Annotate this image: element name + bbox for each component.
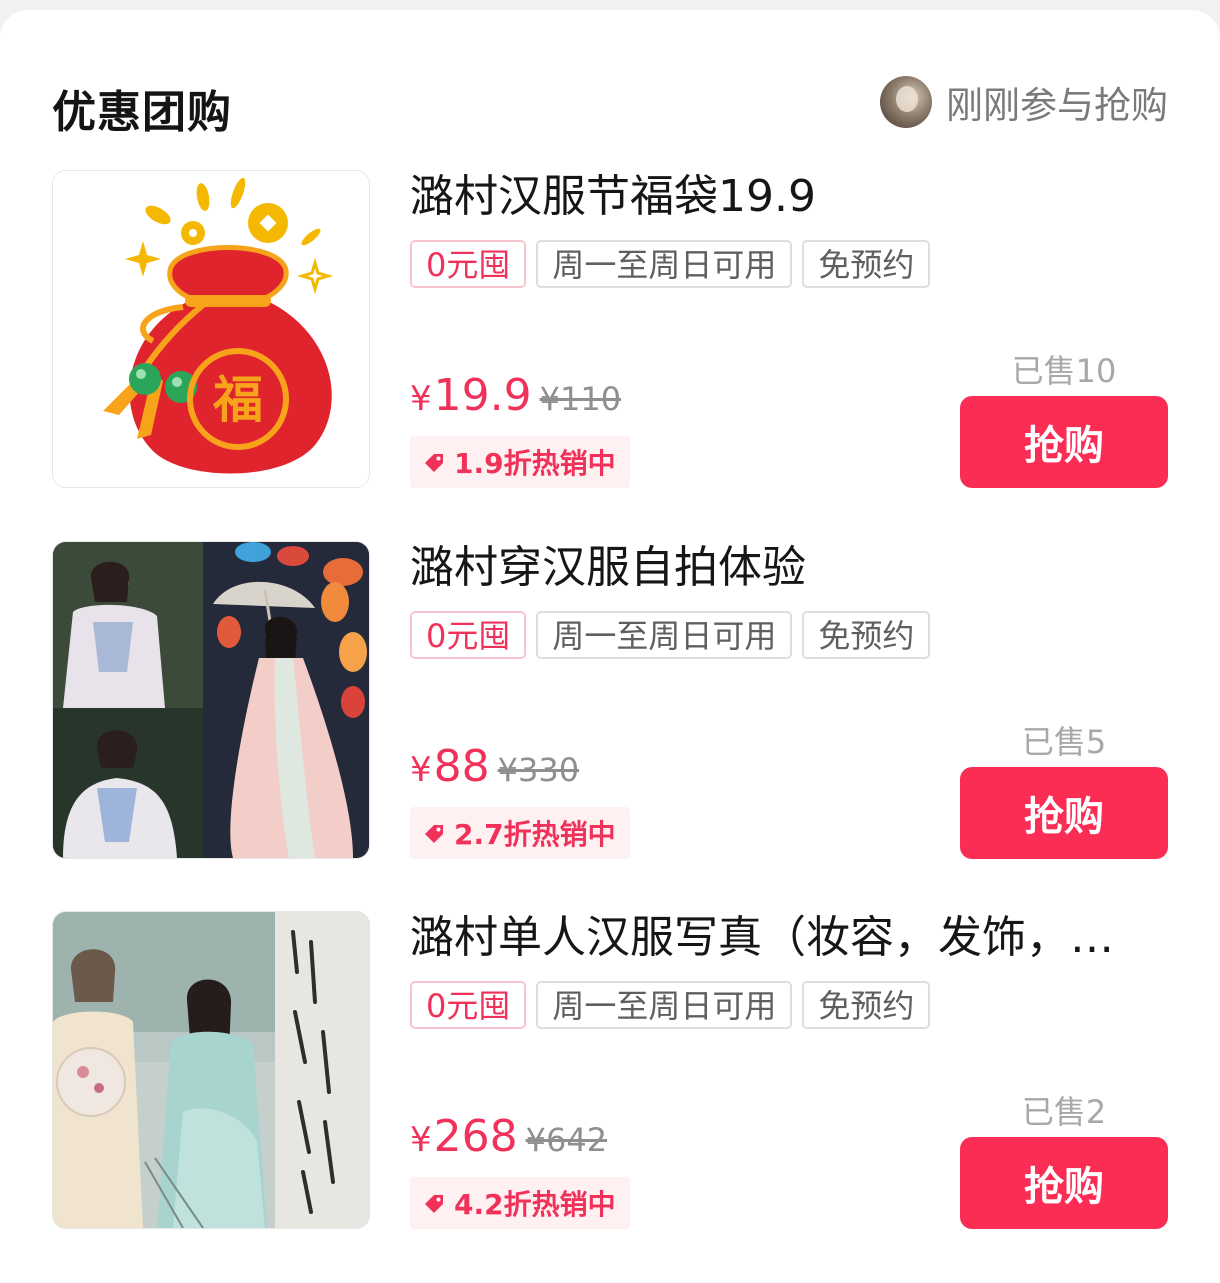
recent-purchases-label: 刚刚参与抢购	[946, 84, 1168, 127]
tag-no-reservation: 免预约	[802, 981, 931, 1029]
original-price: ¥330	[497, 751, 580, 789]
card-header: 优惠团购 刚刚参与抢购	[52, 70, 1168, 150]
tag-list: 0元囤 周一至周日可用 免预约	[410, 981, 931, 1029]
deal-item[interactable]: 福 潞村汉服节福袋19.9 0元囤 周一至周日可用 免预约 ¥19.9 ¥110…	[52, 170, 1168, 488]
item-title[interactable]: 潞村汉服节福袋19.9	[410, 170, 1150, 224]
sold-count: 已售10	[1011, 352, 1117, 390]
hanfu-photo-image	[53, 542, 369, 858]
original-price: ¥642	[525, 1121, 608, 1159]
tag-zero-yuan: 0元囤	[410, 981, 527, 1029]
avatar	[880, 76, 932, 128]
current-price: ¥88	[410, 741, 490, 792]
currency-symbol: ¥	[410, 1120, 432, 1160]
price-row: ¥88 ¥330	[410, 741, 579, 792]
item-title[interactable]: 潞村单人汉服写真（妆容，发饰，…	[410, 911, 1150, 965]
buy-button[interactable]: 抢购	[960, 767, 1168, 859]
price-value: 268	[433, 1111, 518, 1162]
hanfu-portrait-photo[interactable]	[52, 911, 370, 1229]
deal-item[interactable]: 潞村单人汉服写真（妆容，发饰，… 0元囤 周一至周日可用 免预约 ¥268 ¥6…	[52, 911, 1168, 1229]
lucky-bag-image[interactable]: 福	[52, 170, 370, 488]
tag-list: 0元囤 周一至周日可用 免预约	[410, 240, 931, 288]
original-price: ¥110	[539, 380, 622, 418]
item-title[interactable]: 潞村穿汉服自拍体验	[410, 541, 1150, 595]
buy-button[interactable]: 抢购	[960, 396, 1168, 488]
price-value: 19.9	[433, 370, 532, 421]
price-row: ¥19.9 ¥110	[410, 370, 621, 421]
deal-item[interactable]: 潞村穿汉服自拍体验 0元囤 周一至周日可用 免预约 ¥88 ¥330 2.7折热…	[52, 541, 1168, 859]
svg-text:福: 福	[212, 370, 263, 429]
price-tag-icon	[425, 1195, 443, 1213]
hanfu-portrait-image	[53, 912, 369, 1228]
page: 优惠团购 刚刚参与抢购 福 潞村汉服节福袋19.9 0元囤 周一至周日可用 免预…	[0, 0, 1220, 1283]
lucky-bag-icon: 福	[53, 171, 369, 487]
discount-badge: 4.2折热销中	[410, 1177, 630, 1229]
discount-text: 4.2折热销中	[454, 1188, 616, 1221]
tag-no-reservation: 免预约	[802, 611, 931, 659]
group-buy-card: 优惠团购 刚刚参与抢购 福 潞村汉服节福袋19.9 0元囤 周一至周日可用 免预…	[0, 10, 1220, 1283]
currency-symbol: ¥	[410, 750, 432, 790]
sold-count: 已售2	[1021, 1093, 1107, 1131]
price-value: 88	[433, 741, 490, 792]
tag-availability: 周一至周日可用	[536, 240, 793, 288]
tag-zero-yuan: 0元囤	[410, 240, 527, 288]
tag-list: 0元囤 周一至周日可用 免预约	[410, 611, 931, 659]
tag-availability: 周一至周日可用	[536, 611, 793, 659]
price-tag-icon	[425, 454, 443, 472]
section-title: 优惠团购	[52, 87, 232, 138]
tag-zero-yuan: 0元囤	[410, 611, 527, 659]
discount-badge: 1.9折热销中	[410, 436, 630, 488]
sold-count: 已售5	[1021, 723, 1107, 761]
discount-text: 2.7折热销中	[454, 818, 616, 851]
current-price: ¥19.9	[410, 370, 532, 421]
discount-text: 1.9折热销中	[454, 447, 616, 480]
buy-button[interactable]: 抢购	[960, 1137, 1168, 1229]
price-row: ¥268 ¥642	[410, 1111, 607, 1162]
hanfu-selfie-photo[interactable]	[52, 541, 370, 859]
price-tag-icon	[425, 825, 443, 843]
currency-symbol: ¥	[410, 379, 432, 419]
tag-availability: 周一至周日可用	[536, 981, 793, 1029]
tag-no-reservation: 免预约	[802, 240, 931, 288]
recent-purchases-link[interactable]: 刚刚参与抢购	[880, 74, 1168, 130]
discount-badge: 2.7折热销中	[410, 807, 630, 859]
current-price: ¥268	[410, 1111, 518, 1162]
